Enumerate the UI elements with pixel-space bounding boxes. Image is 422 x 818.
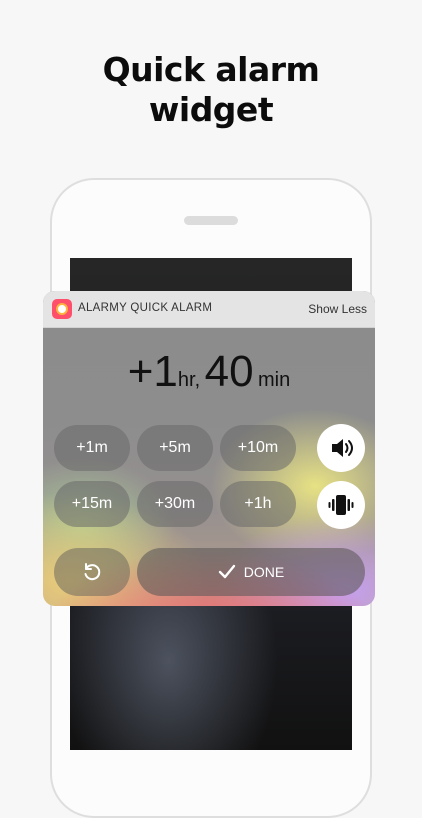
widget-app-title: ALARMY QUICK ALARM xyxy=(78,302,213,314)
alarm-duration: +1hr, 40 min xyxy=(43,347,375,397)
vibrate-toggle-button[interactable] xyxy=(317,481,365,529)
add-5-minutes-button[interactable]: +5m xyxy=(137,425,213,471)
done-label: DONE xyxy=(243,564,285,580)
add-30-minutes-button[interactable]: +30m xyxy=(137,481,213,527)
duration-minutes: 40 xyxy=(204,347,254,396)
headline: Quick alarm widget xyxy=(0,50,422,130)
add-1-minute-button[interactable]: +1m xyxy=(54,425,130,471)
headline-line-1: Quick alarm xyxy=(102,50,320,89)
add-10-minutes-button[interactable]: +10m xyxy=(220,425,296,471)
speaker-icon xyxy=(332,439,353,457)
duration-minutes-unit: min xyxy=(258,369,291,391)
headline-line-2: widget xyxy=(148,90,274,129)
duration-hours: +1 xyxy=(127,347,178,396)
checkmark-icon xyxy=(218,564,235,579)
duration-hours-unit: hr, xyxy=(177,369,201,391)
vibrate-icon xyxy=(328,495,354,515)
undo-button[interactable] xyxy=(54,548,130,596)
add-1-hour-button[interactable]: +1h xyxy=(220,481,296,527)
done-button[interactable]: DONE xyxy=(137,548,365,596)
widget-header: ALARMY QUICK ALARM Show Less xyxy=(43,291,375,328)
alarm-clock-icon xyxy=(52,299,72,319)
show-less-button[interactable]: Show Less xyxy=(308,302,367,316)
quick-alarm-widget: ALARMY QUICK ALARM Show Less +1hr, 40 mi… xyxy=(43,291,375,606)
sound-toggle-button[interactable] xyxy=(317,424,365,472)
phone-speaker xyxy=(184,216,238,225)
add-15-minutes-button[interactable]: +15m xyxy=(54,481,130,527)
undo-icon xyxy=(84,563,101,581)
